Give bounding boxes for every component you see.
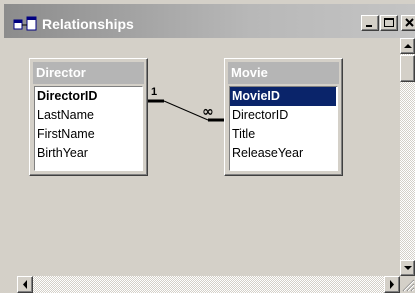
field-birthyear[interactable]: BirthYear (35, 144, 141, 163)
scroll-down-button[interactable] (400, 260, 415, 276)
field-lastname[interactable]: LastName (35, 106, 141, 125)
many-side-label: ∞ (202, 104, 214, 120)
relationships-window: Relationships 1 ∞ Director DirectorID La… (0, 0, 415, 293)
field-directorid[interactable]: DirectorID (35, 87, 141, 106)
relationships-window-icon (13, 16, 37, 31)
arrow-right-icon (390, 280, 394, 289)
table-director-title[interactable]: Director (33, 62, 144, 84)
field-movieid[interactable]: MovieID (230, 87, 336, 106)
arrow-left-icon (23, 280, 27, 289)
minimize-icon (366, 25, 372, 27)
maximize-icon (384, 18, 394, 27)
window-title: Relationships (42, 16, 134, 32)
table-movie[interactable]: Movie MovieID DirectorID Title ReleaseYe… (224, 58, 343, 176)
close-button[interactable] (401, 15, 415, 31)
scroll-left-button[interactable] (17, 276, 33, 293)
scroll-right-button[interactable] (384, 276, 400, 293)
table-movie-title[interactable]: Movie (228, 62, 339, 84)
close-icon (405, 18, 414, 27)
relationships-canvas[interactable]: 1 ∞ Director DirectorID LastName FirstNa… (17, 38, 400, 276)
arrow-up-icon (404, 44, 412, 48)
field-directorid[interactable]: DirectorID (230, 106, 336, 125)
maximize-button[interactable] (380, 15, 398, 31)
field-releaseyear[interactable]: ReleaseYear (230, 144, 336, 163)
horizontal-scrollbar[interactable] (17, 276, 400, 293)
field-firstname[interactable]: FirstName (35, 125, 141, 144)
table-director-field-list[interactable]: DirectorID LastName FirstName BirthYear (34, 86, 143, 171)
arrow-down-icon (404, 266, 412, 270)
minimize-button[interactable] (361, 15, 379, 31)
resize-grip[interactable] (400, 276, 415, 293)
vertical-scroll-thumb[interactable] (400, 55, 415, 82)
field-title[interactable]: Title (230, 125, 336, 144)
relationships-client-area: 1 ∞ Director DirectorID LastName FirstNa… (4, 38, 415, 293)
table-movie-field-list[interactable]: MovieID DirectorID Title ReleaseYear (229, 86, 338, 171)
resize-grip-icon (402, 279, 415, 292)
table-director[interactable]: Director DirectorID LastName FirstName B… (29, 58, 148, 176)
vertical-scrollbar[interactable] (400, 38, 415, 276)
one-side-label: 1 (151, 86, 157, 98)
scroll-up-button[interactable] (400, 38, 415, 54)
